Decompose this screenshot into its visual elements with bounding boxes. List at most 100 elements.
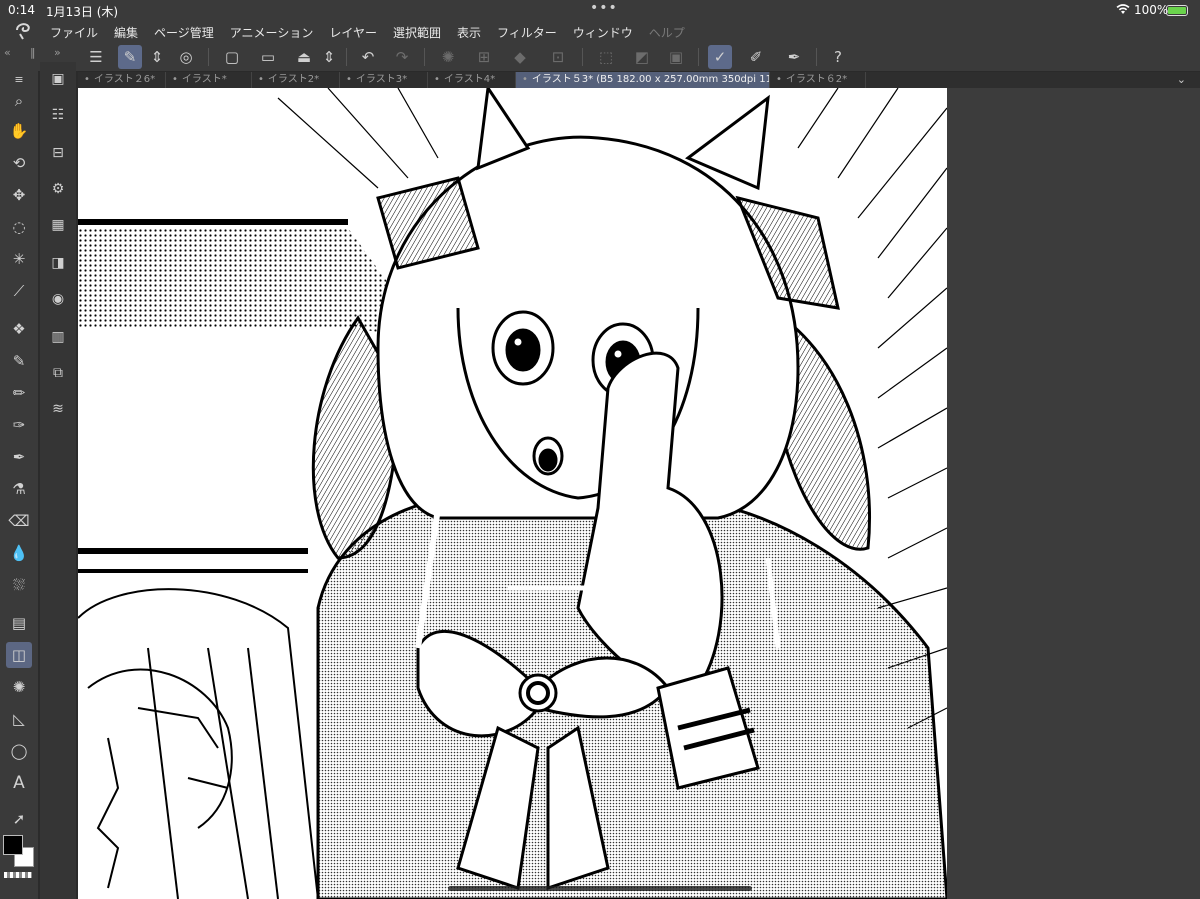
menu-item-0[interactable]: ファイル xyxy=(50,24,98,41)
menu-item-3[interactable]: アニメーション xyxy=(230,24,314,41)
figure-icon[interactable]: ◺ xyxy=(6,706,32,732)
tab-dot-icon: • xyxy=(258,74,264,85)
tab-dot-icon: • xyxy=(522,74,528,85)
layers-panel-icon[interactable]: ≋ xyxy=(47,398,69,420)
date: 1月13日 (木) xyxy=(46,5,119,19)
lasso-icon[interactable]: ◌ xyxy=(6,214,32,240)
chevron-updown-icon[interactable]: ⇕ xyxy=(148,45,166,69)
menu-item-1[interactable]: 編集 xyxy=(114,24,138,41)
hand-icon[interactable]: ✋ xyxy=(6,118,32,144)
menu-item-5[interactable]: 選択範囲 xyxy=(393,24,441,41)
menu-item-9[interactable]: ヘルプ xyxy=(649,24,685,41)
pen-tool-icon[interactable]: ✎ xyxy=(6,348,32,374)
history-icon[interactable]: ◉ xyxy=(47,288,69,310)
collapse-left-icon[interactable]: « xyxy=(4,46,11,59)
brush-tool-icon[interactable]: ✑ xyxy=(6,412,32,438)
pen-check-icon[interactable]: ✓ xyxy=(708,45,732,69)
text-icon[interactable]: A xyxy=(6,770,32,796)
tab-illust62[interactable]: • イラスト６2* xyxy=(770,72,866,88)
clock: 0:14 xyxy=(8,3,35,17)
frame-border-icon[interactable]: ◫ xyxy=(6,642,32,668)
foreground-color-swatch[interactable] xyxy=(3,835,23,855)
tool-property-icon[interactable]: ⚙ xyxy=(47,178,69,200)
sub-tool-icon[interactable]: ⊟ xyxy=(47,142,69,164)
tab-label: イラスト2* xyxy=(267,74,320,85)
layer-stack-icon[interactable]: ▥ xyxy=(47,326,69,348)
chevron-updown-2-icon[interactable]: ⇕ xyxy=(320,45,338,69)
decoration-icon[interactable]: ⚗ xyxy=(6,476,32,502)
invert-icon[interactable]: ◩ xyxy=(630,45,654,69)
tab-label: イラスト* xyxy=(181,74,227,85)
menu-item-4[interactable]: レイヤー xyxy=(329,24,377,41)
menu-icon[interactable]: ☰ xyxy=(84,45,108,69)
tab-dot-icon: • xyxy=(84,74,90,85)
deselect-icon[interactable]: ⬚ xyxy=(594,45,618,69)
save-icon[interactable]: ⏏ xyxy=(292,45,316,69)
layers-icon[interactable]: ⧉ xyxy=(47,362,69,384)
navigator-panel-icon[interactable]: ▣ xyxy=(47,68,69,90)
fill-icon[interactable]: ◆ xyxy=(508,45,532,69)
spiral-icon[interactable]: ◎ xyxy=(174,45,198,69)
loading-icon[interactable]: ✺ xyxy=(436,45,460,69)
magic-wand-icon[interactable]: ✳ xyxy=(6,246,32,272)
screentone-panel xyxy=(78,228,428,338)
balloon-icon[interactable]: ◯ xyxy=(6,738,32,764)
fill-tool-icon[interactable]: ⛆ xyxy=(6,572,32,598)
crop-icon[interactable]: ⊡ xyxy=(546,45,570,69)
blend-icon[interactable]: 💧 xyxy=(6,540,32,566)
eyedropper-icon[interactable]: ⟋ xyxy=(6,278,32,304)
tab-illust4[interactable]: • イラスト4* xyxy=(428,72,516,88)
expand-right-icon[interactable]: » xyxy=(54,46,61,59)
airbrush-icon[interactable]: ✒ xyxy=(6,444,32,470)
tabs-chevron-down-icon[interactable]: ⌄ xyxy=(1177,73,1186,86)
tab-illust2[interactable]: • イラスト2* xyxy=(252,72,340,88)
help-icon[interactable]: ? xyxy=(826,45,850,69)
pen-icon[interactable]: ✒ xyxy=(782,45,806,69)
tab-illust26[interactable]: • イラスト２6* xyxy=(78,72,166,88)
pencil-icon[interactable]: ✏ xyxy=(6,380,32,406)
menu-bar: ファイル 編集 ページ管理 アニメーション レイヤー 選択範囲 表示 フィルター ウィンドウ ヘル… xyxy=(0,20,1200,42)
zoom-icon[interactable]: ⌕ xyxy=(6,88,32,114)
material-icon[interactable]: ▦ xyxy=(47,214,69,236)
menu-item-2[interactable]: ページ管理 xyxy=(154,24,214,41)
rotate-icon[interactable]: ⟲ xyxy=(6,150,32,176)
undo-icon[interactable]: ↶ xyxy=(356,45,380,69)
redo-icon[interactable]: ↷ xyxy=(390,45,414,69)
transform-icon[interactable]: ⊞ xyxy=(472,45,496,69)
panel-dock: ▣ ☷ ⊟ ⚙ ▦ ◨ ◉ ▥ ⧉ ≋ xyxy=(40,62,76,899)
menu-item-8[interactable]: ウィンドウ xyxy=(573,24,633,41)
manga-artboard[interactable] xyxy=(78,88,947,899)
layer-property-icon[interactable]: ☷ xyxy=(47,104,69,126)
open-folder-icon[interactable]: ▭ xyxy=(256,45,280,69)
separator xyxy=(698,48,699,66)
operation-icon[interactable]: ➚ xyxy=(6,806,32,832)
clear-icon[interactable]: ▣ xyxy=(664,45,688,69)
tab-dot-icon: • xyxy=(776,74,782,85)
transparent-color-swatch[interactable] xyxy=(4,872,32,878)
edit-canvas-icon[interactable]: ✎ xyxy=(118,45,142,69)
tab-illust3[interactable]: • イラスト3* xyxy=(340,72,428,88)
color-icon[interactable]: ◨ xyxy=(47,252,69,274)
tab-illust53-active[interactable]: •イラスト５3* (B5 182.00 x 257.00mm 350dpi 11… xyxy=(516,72,770,88)
battery-icon xyxy=(1166,5,1188,16)
tab-illust[interactable]: • イラスト* xyxy=(166,72,252,88)
home-indicator[interactable] xyxy=(448,886,752,891)
wifi-icon xyxy=(1116,4,1130,14)
gradient-icon[interactable]: ▤ xyxy=(6,610,32,636)
menu-item-6[interactable]: 表示 xyxy=(457,24,481,41)
tab-dot-icon: • xyxy=(346,74,352,85)
canvas-area[interactable] xyxy=(78,88,1200,899)
menu-item-7[interactable]: フィルター xyxy=(497,24,557,41)
panel-grip-icon[interactable]: ‖ xyxy=(30,46,36,59)
tool-palette: ≡ ⌕ ✋ ⟲ ✥ ◌ ✳ ⟋ ❖ ✎ ✏ ✑ ✒ ⚗ ⌫ 💧 ⛆ ▤ ◫ ✺ … xyxy=(0,62,38,899)
pattern-icon[interactable]: ❖ xyxy=(6,316,32,342)
app-logo-icon[interactable] xyxy=(14,22,34,40)
multitask-dots-icon[interactable]: ••• xyxy=(590,0,618,16)
new-page-icon[interactable]: ▢ xyxy=(220,45,244,69)
move-icon[interactable]: ✥ xyxy=(6,182,32,208)
ruler-icon[interactable]: ✺ xyxy=(6,674,32,700)
tab-label: イラスト６2* xyxy=(785,74,848,85)
brush-icon[interactable]: ✐ xyxy=(744,45,768,69)
separator xyxy=(582,48,583,66)
eraser-icon[interactable]: ⌫ xyxy=(6,508,32,534)
